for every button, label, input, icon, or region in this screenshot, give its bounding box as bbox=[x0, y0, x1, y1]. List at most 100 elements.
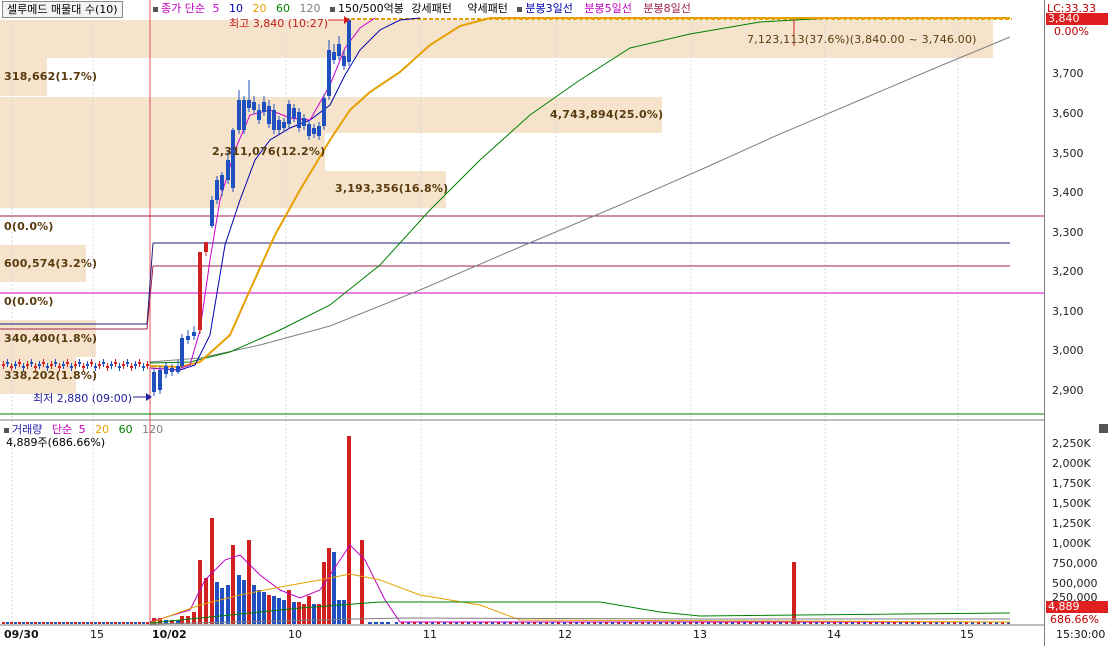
candle-body bbox=[38, 364, 41, 366]
volume-bar bbox=[342, 600, 346, 624]
ma-period-120[interactable]: 120 bbox=[299, 2, 320, 15]
volume-tick: 1,500K bbox=[1052, 497, 1091, 510]
candle-body bbox=[90, 362, 93, 364]
volume-tick: 1,750K bbox=[1052, 477, 1091, 490]
candle-body bbox=[204, 242, 208, 252]
volume-bar bbox=[386, 622, 390, 624]
candle-body bbox=[50, 364, 53, 366]
volume-bar bbox=[267, 595, 271, 624]
candle-body bbox=[247, 100, 251, 108]
vol-ma-period-120[interactable]: 120 bbox=[142, 423, 163, 436]
candle-body bbox=[94, 366, 97, 368]
volume-bar bbox=[46, 622, 49, 624]
volume-bar bbox=[50, 622, 53, 624]
volume-bar bbox=[374, 622, 378, 624]
bun8-label[interactable]: 분봉8일선 bbox=[643, 2, 690, 15]
volume-bar bbox=[106, 622, 109, 624]
ma-label: 종가 단순 bbox=[161, 2, 205, 15]
candle-body bbox=[58, 366, 61, 368]
volume-bar bbox=[102, 622, 105, 624]
candle-body bbox=[272, 110, 276, 130]
candle-body bbox=[307, 124, 311, 136]
stock-selector[interactable]: 셀루메드 매물대 수(10) bbox=[2, 1, 123, 18]
volume-bar bbox=[14, 622, 17, 624]
candle-body bbox=[2, 364, 5, 366]
ma-period-10[interactable]: 10 bbox=[229, 2, 243, 15]
volume-bar bbox=[257, 590, 261, 624]
collapse-pane-icon[interactable] bbox=[1099, 424, 1108, 433]
candle-body bbox=[142, 366, 145, 368]
candle-body bbox=[54, 362, 57, 364]
volume-bar bbox=[252, 585, 256, 624]
bun3-label[interactable]: 분봉3일선 bbox=[525, 2, 572, 15]
candle-body bbox=[242, 100, 246, 130]
vol-ma-period-20[interactable]: 20 bbox=[95, 423, 109, 436]
stock-chart-window: 셀루메드 매물대 수(10) 종가 단순 5 10 20 60 120 150/… bbox=[0, 0, 1110, 646]
volume-bar bbox=[118, 622, 121, 624]
time-label: 10/02 bbox=[152, 628, 187, 641]
volume-bar bbox=[337, 600, 341, 624]
candle-body bbox=[158, 370, 162, 390]
vol-ma-period-60[interactable]: 60 bbox=[119, 423, 133, 436]
volume-bar bbox=[327, 548, 331, 624]
candle-body bbox=[287, 104, 291, 124]
candle-body bbox=[26, 364, 29, 366]
candle-body bbox=[164, 366, 168, 374]
candle-body bbox=[146, 364, 149, 366]
candle-body bbox=[327, 50, 331, 96]
candle-body bbox=[86, 364, 89, 366]
volume-bar bbox=[215, 582, 219, 624]
candle-body bbox=[176, 366, 180, 372]
candle-body bbox=[82, 366, 85, 368]
volume-profile-label: 600,574(3.2%) bbox=[4, 257, 98, 270]
volume-profile-label: 318,662(1.7%) bbox=[4, 70, 98, 83]
chart-canvas[interactable] bbox=[0, 0, 1044, 646]
ma-period-20[interactable]: 20 bbox=[252, 2, 266, 15]
volume-bar bbox=[134, 622, 137, 624]
volume-title[interactable]: 거래량 bbox=[12, 423, 42, 436]
volume-bar bbox=[18, 622, 21, 624]
candle-body bbox=[122, 364, 125, 366]
volume-ma-label: 단순 bbox=[51, 423, 73, 436]
candle-body bbox=[106, 366, 109, 368]
time-label: 15 bbox=[90, 628, 104, 641]
candle-body bbox=[292, 108, 296, 118]
weak-pattern-label[interactable]: 약세패턴 bbox=[467, 2, 507, 15]
candle-body bbox=[78, 362, 81, 364]
candle-body bbox=[10, 366, 13, 368]
legend-marker-icon bbox=[4, 427, 9, 433]
volume-profile-label: 2,311,076(12.2%) bbox=[212, 145, 326, 158]
candle-body bbox=[130, 366, 133, 368]
vol-ma-period-5[interactable]: 5 bbox=[79, 423, 86, 436]
ma-period-60[interactable]: 60 bbox=[276, 2, 290, 15]
candle-body bbox=[102, 362, 105, 364]
volume-legend: 거래량 단순 5 20 60 120 bbox=[4, 423, 163, 437]
current-volume-pct: 686.66% bbox=[1050, 613, 1099, 626]
bun5-label[interactable]: 분봉5일선 bbox=[584, 2, 631, 15]
current-price-pct: 0.00% bbox=[1054, 25, 1089, 38]
volume-bar bbox=[2, 622, 5, 624]
candle-body bbox=[220, 175, 224, 190]
candle-body bbox=[231, 130, 235, 188]
candle-body bbox=[192, 332, 196, 336]
time-label: 13 bbox=[693, 628, 707, 641]
time-label: 14 bbox=[827, 628, 841, 641]
price-tick: 3,300 bbox=[1052, 226, 1084, 239]
candle-body bbox=[226, 160, 230, 180]
current-volume-tag: 4,889 bbox=[1046, 601, 1108, 613]
volume-bar bbox=[58, 622, 61, 624]
ma-period-5[interactable]: 5 bbox=[212, 2, 219, 15]
candle-body bbox=[70, 366, 73, 368]
volume-bar bbox=[114, 622, 117, 624]
candle-body bbox=[186, 336, 190, 340]
volume-bar bbox=[90, 622, 93, 624]
strong-pattern-label[interactable]: 강세패턴 bbox=[411, 2, 451, 15]
current-volume-label: 4,889주(686.66%) bbox=[6, 436, 106, 449]
volume-bar bbox=[74, 622, 77, 624]
volume-pattern-label[interactable]: 150/500억봉 bbox=[338, 2, 404, 15]
candle-body bbox=[252, 102, 256, 110]
candle-body bbox=[134, 364, 137, 366]
time-label: 11 bbox=[423, 628, 437, 641]
volume-tick: 2,000K bbox=[1052, 457, 1091, 470]
candle-body bbox=[22, 366, 25, 368]
